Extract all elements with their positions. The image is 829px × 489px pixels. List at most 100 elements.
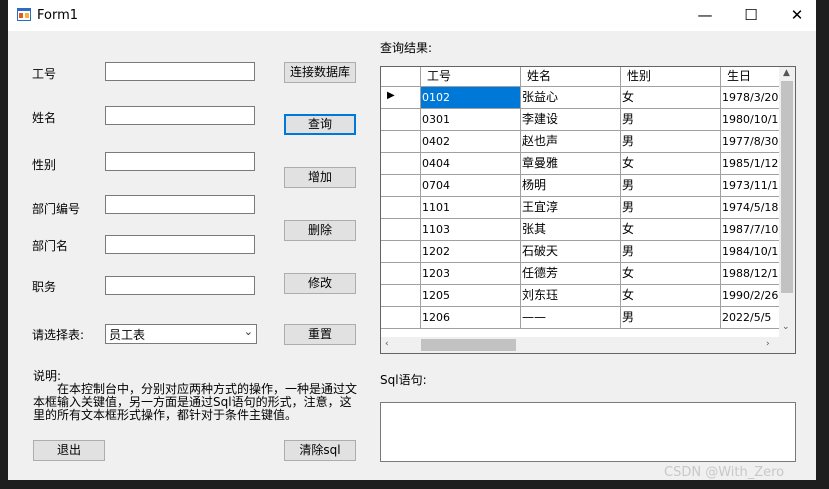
scroll-right-icon[interactable]: › bbox=[766, 339, 770, 349]
results-grid[interactable]: 工号 姓名 性别 生日 ▶ 0102 张益心女 1978/3/20 0301 李建设男 19… bbox=[380, 66, 796, 354]
scroll-up-icon[interactable]: ▲ bbox=[783, 68, 790, 78]
grid-cell[interactable]: 0102 bbox=[421, 87, 521, 109]
row-header[interactable] bbox=[381, 219, 421, 241]
gender-input[interactable] bbox=[105, 152, 255, 171]
row-header[interactable] bbox=[381, 153, 421, 175]
window-title: Form1 bbox=[37, 8, 79, 23]
grid-body[interactable]: ▶ 0102 张益心女 1978/3/20 0301 李建设男 1980/10/1 0402 赵… bbox=[381, 87, 779, 337]
grid-cell[interactable]: 男 bbox=[621, 307, 721, 329]
grid-cell[interactable]: 女 bbox=[621, 263, 721, 285]
results-label: 查询结果: bbox=[380, 41, 433, 55]
grid-cell[interactable]: 赵也声 bbox=[521, 131, 621, 153]
grid-cell[interactable]: 1103 bbox=[421, 219, 521, 241]
grid-cell[interactable]: 女 bbox=[621, 219, 721, 241]
scroll-down-icon[interactable]: ⌄ bbox=[782, 322, 790, 332]
grid-cell[interactable]: 1977/8/30 bbox=[721, 131, 779, 153]
grid-cell[interactable]: 李建设 bbox=[521, 109, 621, 131]
grid-cell[interactable]: 张益心 bbox=[521, 87, 621, 109]
table-select-value: 员工表 bbox=[109, 328, 146, 342]
grid-cell[interactable]: 2022/5/5 bbox=[721, 307, 779, 329]
grid-cell[interactable]: 杨明 bbox=[521, 175, 621, 197]
field-label-gender: 性别 bbox=[32, 158, 57, 172]
grid-cell[interactable]: 女 bbox=[621, 153, 721, 175]
grid-cell[interactable]: 1978/3/20 bbox=[721, 87, 779, 109]
grid-cell[interactable]: 章曼雅 bbox=[521, 153, 621, 175]
grid-cell[interactable]: 1980/10/1 bbox=[721, 109, 779, 131]
field-label-dept-name: 部门名 bbox=[32, 239, 69, 253]
row-header[interactable] bbox=[381, 241, 421, 263]
grid-cell[interactable]: 男 bbox=[621, 241, 721, 263]
grid-cell[interactable]: 0301 bbox=[421, 109, 521, 131]
row-header[interactable] bbox=[381, 109, 421, 131]
grid-cell[interactable]: 1101 bbox=[421, 197, 521, 219]
delete-button[interactable]: 删除 bbox=[284, 220, 356, 241]
grid-cell[interactable]: 1203 bbox=[421, 263, 521, 285]
grid-cell[interactable]: 1205 bbox=[421, 285, 521, 307]
scroll-left-icon[interactable]: ‹ bbox=[385, 339, 389, 349]
row-header[interactable]: ▶ bbox=[381, 87, 421, 109]
grid-cell[interactable]: 0404 bbox=[421, 153, 521, 175]
grid-cell[interactable]: 1988/12/1 bbox=[721, 263, 779, 285]
table-select-label: 请选择表: bbox=[32, 328, 85, 342]
grid-cell[interactable]: 石破天 bbox=[521, 241, 621, 263]
add-button[interactable]: 增加 bbox=[284, 167, 356, 188]
column-header-birthday[interactable]: 生日 bbox=[721, 67, 781, 87]
row-header[interactable] bbox=[381, 285, 421, 307]
grid-cell[interactable]: 0402 bbox=[421, 131, 521, 153]
grid-cell[interactable]: 刘东珏 bbox=[521, 285, 621, 307]
position-input[interactable] bbox=[105, 276, 255, 295]
field-label-dept-no: 部门编号 bbox=[32, 202, 81, 216]
row-header[interactable] bbox=[381, 175, 421, 197]
exit-button[interactable]: 退出 bbox=[33, 440, 105, 461]
name-input[interactable] bbox=[105, 106, 255, 125]
instructions: 说明: 在本控制台中，分别对应两种方式的操作，一种是通过文本框输入关键值，另一方… bbox=[33, 370, 363, 422]
minimize-button[interactable]: — bbox=[682, 0, 728, 31]
row-header[interactable] bbox=[381, 197, 421, 219]
grid-cell[interactable]: 任德芳 bbox=[521, 263, 621, 285]
modify-button[interactable]: 修改 bbox=[284, 273, 356, 294]
grid-cell[interactable]: 1985/1/12 bbox=[721, 153, 779, 175]
grid-cell[interactable]: 王宜淳 bbox=[521, 197, 621, 219]
grid-cell[interactable]: 1974/5/18 bbox=[721, 197, 779, 219]
row-header[interactable] bbox=[381, 307, 421, 329]
reset-button[interactable]: 重置 bbox=[284, 324, 356, 345]
grid-cell[interactable]: 0704 bbox=[421, 175, 521, 197]
grid-cell[interactable]: 男 bbox=[621, 131, 721, 153]
grid-cell[interactable]: 女 bbox=[621, 285, 721, 307]
sql-textarea[interactable] bbox=[380, 402, 796, 462]
form-window: Form1 — ☐ ✕ 工号 姓名 性别 部门编号 部门名 职务 请选择表: 员… bbox=[8, 0, 816, 480]
grid-cell[interactable]: 1987/7/10 bbox=[721, 219, 779, 241]
grid-cell[interactable]: 1990/2/26 bbox=[721, 285, 779, 307]
clear-sql-button[interactable]: 清除sql bbox=[284, 440, 356, 461]
chevron-down-icon[interactable]: ⌄ bbox=[244, 325, 253, 338]
column-header-gender[interactable]: 性别 bbox=[621, 67, 721, 87]
column-header-name[interactable]: 姓名 bbox=[521, 67, 621, 87]
maximize-button[interactable]: ☐ bbox=[728, 0, 774, 31]
grid-cell[interactable]: 女 bbox=[621, 87, 721, 109]
sql-label: Sql语句: bbox=[380, 373, 427, 387]
vertical-scrollbar[interactable]: ▲ ⌄ bbox=[779, 67, 795, 337]
grid-cell[interactable]: 1202 bbox=[421, 241, 521, 263]
connect-db-button[interactable]: 连接数据库 bbox=[284, 62, 356, 83]
id-input[interactable] bbox=[105, 62, 255, 81]
close-button[interactable]: ✕ bbox=[774, 0, 816, 31]
dept-name-input[interactable] bbox=[105, 235, 255, 254]
grid-cell[interactable]: 张其 bbox=[521, 219, 621, 241]
grid-cell[interactable]: 男 bbox=[621, 109, 721, 131]
column-header-id[interactable]: 工号 bbox=[421, 67, 521, 87]
vertical-scroll-thumb[interactable] bbox=[781, 81, 793, 293]
row-header[interactable] bbox=[381, 263, 421, 285]
horizontal-scrollbar[interactable]: ‹ › bbox=[381, 337, 779, 353]
title-bar[interactable]: Form1 — ☐ ✕ bbox=[8, 0, 816, 31]
horizontal-scroll-thumb[interactable] bbox=[421, 339, 516, 351]
grid-cell[interactable]: 男 bbox=[621, 197, 721, 219]
table-select[interactable]: 员工表 ⌄ bbox=[105, 324, 257, 344]
grid-cell[interactable]: 1984/10/1 bbox=[721, 241, 779, 263]
row-header[interactable] bbox=[381, 131, 421, 153]
grid-cell[interactable]: —— bbox=[521, 307, 621, 329]
query-button[interactable]: 查询 bbox=[284, 114, 356, 135]
grid-cell[interactable]: 男 bbox=[621, 175, 721, 197]
grid-cell[interactable]: 1973/11/1 bbox=[721, 175, 779, 197]
dept-no-input[interactable] bbox=[105, 195, 255, 214]
grid-cell[interactable]: 1206 bbox=[421, 307, 521, 329]
